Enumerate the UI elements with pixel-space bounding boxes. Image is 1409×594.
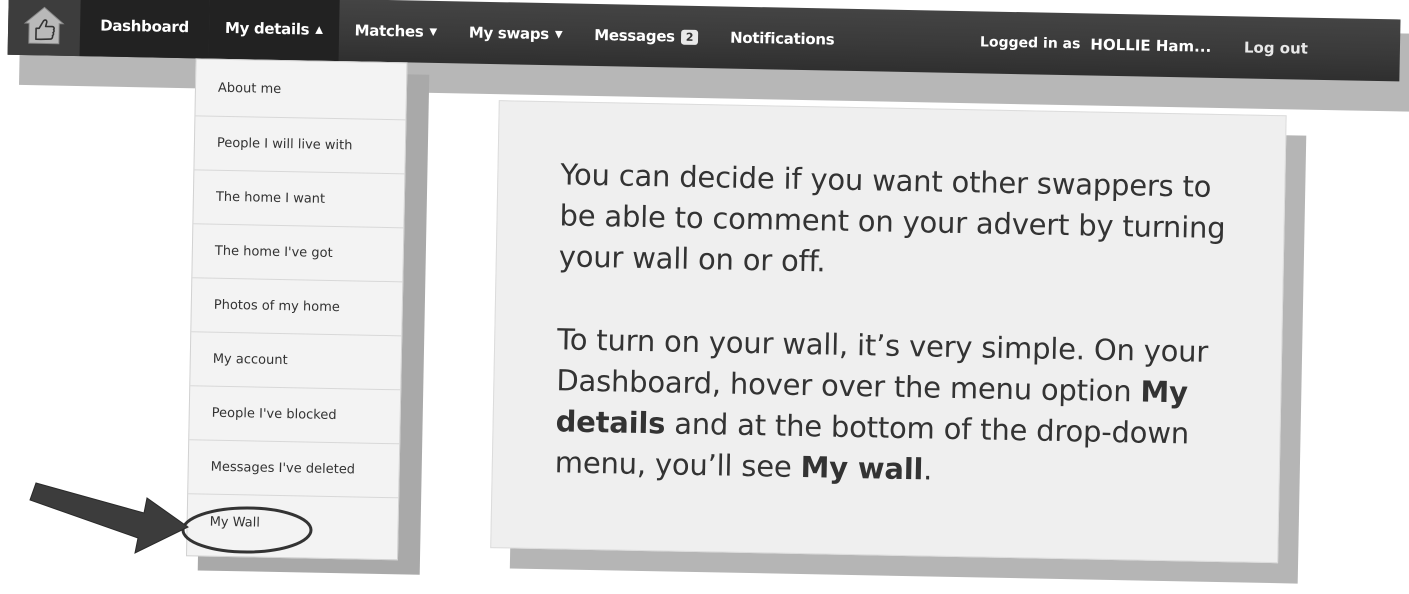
highlight-circle [181,506,313,554]
annotation-layer [29,482,313,554]
pointer-arrow-icon [29,482,189,554]
